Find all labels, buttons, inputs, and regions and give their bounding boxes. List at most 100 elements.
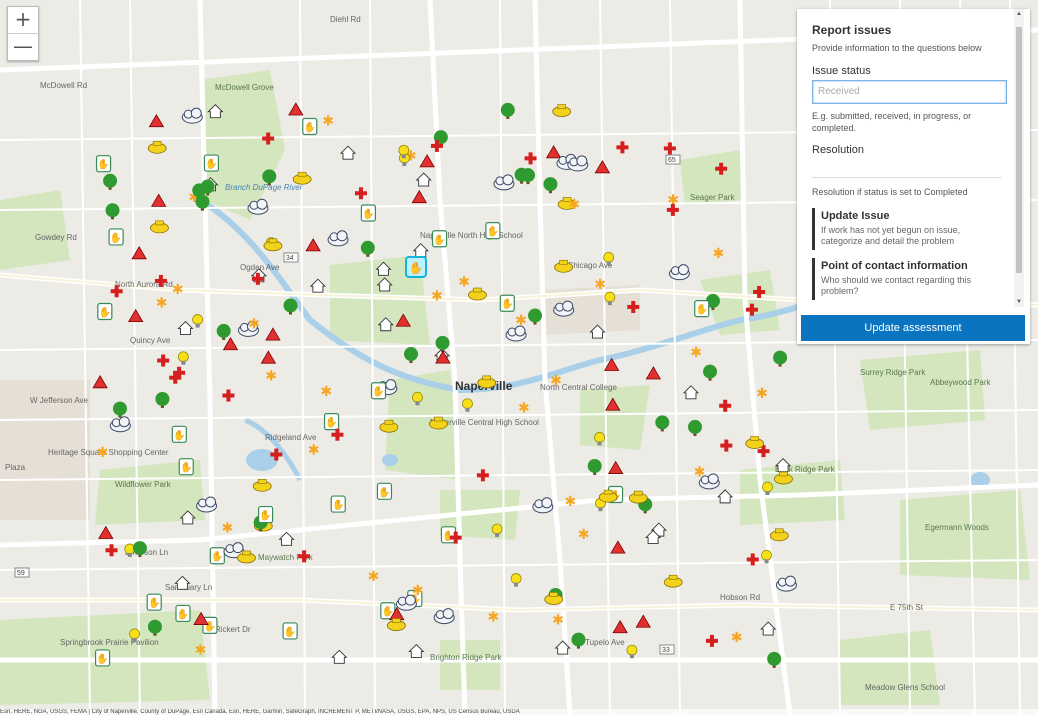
hand-marker-icon[interactable]: ✋ [94,649,111,667]
tri-marker-icon[interactable] [265,327,281,341]
hand-marker-icon[interactable]: ✋ [95,155,112,173]
selected-marker-icon[interactable]: ✋ [405,256,427,278]
house-marker-icon[interactable] [339,145,357,160]
hand-marker-icon[interactable]: ✋ [431,230,448,248]
car-marker-icon[interactable] [628,490,648,504]
star-marker-icon[interactable]: ✱ [594,276,606,292]
house-marker-icon[interactable] [774,458,792,473]
tri-marker-icon[interactable] [419,154,435,168]
cross-marker-icon[interactable] [476,469,489,482]
star-marker-icon[interactable]: ✱ [550,372,562,388]
house-marker-icon[interactable] [177,320,194,335]
star-marker-icon[interactable]: ✱ [756,385,768,401]
cross-marker-icon[interactable] [157,354,170,367]
cloud-marker-icon[interactable] [532,497,554,514]
tree-marker-icon[interactable] [103,173,118,190]
star-marker-icon[interactable]: ✱ [564,493,576,509]
star-marker-icon[interactable]: ✱ [195,642,207,658]
star-marker-icon[interactable]: ✱ [488,609,500,625]
update-assessment-button[interactable]: Update assessment [801,315,1025,341]
star-marker-icon[interactable]: ✱ [690,344,702,360]
tree-marker-icon[interactable] [571,632,586,649]
hand-marker-icon[interactable]: ✋ [499,294,515,312]
cross-marker-icon[interactable] [663,142,676,155]
tri-marker-icon[interactable] [411,189,427,204]
cloud-marker-icon[interactable] [327,230,349,247]
issue-status-input[interactable]: Received [812,80,1007,104]
tri-marker-icon[interactable] [222,336,239,351]
scroll-thumb[interactable] [1016,27,1022,273]
cross-marker-icon[interactable] [719,399,732,412]
car-marker-icon[interactable] [769,528,789,542]
tree-marker-icon[interactable] [543,177,558,194]
tri-marker-icon[interactable] [148,113,165,128]
star-marker-icon[interactable]: ✱ [97,444,109,460]
tree-marker-icon[interactable] [773,350,788,367]
point-of-contact-card[interactable]: Point of contact information Who should … [812,258,1001,300]
bulb-marker-icon[interactable] [510,573,522,587]
cloud-marker-icon[interactable] [433,608,455,625]
hand-marker-icon[interactable]: ✋ [203,154,220,172]
tri-marker-icon[interactable] [635,614,651,628]
tri-marker-icon[interactable] [98,525,114,539]
house-marker-icon[interactable] [717,489,734,504]
cloud-marker-icon[interactable] [493,174,515,191]
star-marker-icon[interactable]: ✱ [308,442,320,458]
star-marker-icon[interactable]: ✱ [578,526,590,542]
tri-marker-icon[interactable] [150,193,167,207]
house-marker-icon[interactable] [174,575,191,590]
hand-marker-icon[interactable]: ✋ [323,413,340,431]
star-marker-icon[interactable]: ✱ [515,312,527,328]
star-marker-icon[interactable]: ✱ [156,294,168,310]
resolution-input[interactable] [812,159,1002,178]
car-marker-icon[interactable] [386,618,406,631]
tree-marker-icon[interactable] [105,203,120,220]
car-marker-icon[interactable] [468,287,487,301]
tree-marker-icon[interactable] [655,415,670,432]
tree-marker-icon[interactable] [112,401,127,418]
hand-marker-icon[interactable]: ✋ [360,204,377,222]
tri-marker-icon[interactable] [594,160,611,174]
car-marker-icon[interactable] [663,574,683,588]
cross-marker-icon[interactable] [105,544,118,557]
car-marker-icon[interactable] [147,140,167,154]
tri-marker-icon[interactable] [607,460,624,474]
star-marker-icon[interactable]: ✱ [265,367,277,383]
tree-marker-icon[interactable] [435,335,450,352]
star-marker-icon[interactable]: ✱ [172,281,184,297]
hand-marker-icon[interactable]: ✋ [330,495,346,513]
tree-marker-icon[interactable] [500,102,515,119]
cross-marker-icon[interactable] [720,439,733,452]
star-marker-icon[interactable]: ✱ [320,383,332,399]
hand-marker-icon[interactable]: ✋ [370,382,387,400]
star-marker-icon[interactable]: ✱ [518,400,530,416]
hand-marker-icon[interactable]: ✋ [171,425,187,443]
tree-marker-icon[interactable] [687,419,702,436]
tree-marker-icon[interactable] [703,364,718,381]
cross-marker-icon[interactable] [705,634,718,647]
cross-marker-icon[interactable] [354,187,367,200]
bulb-marker-icon[interactable] [192,314,204,328]
star-marker-icon[interactable]: ✱ [222,520,234,536]
cloud-marker-icon[interactable] [775,575,797,592]
hand-marker-icon[interactable]: ✋ [440,526,457,544]
tree-marker-icon[interactable] [587,458,602,475]
cross-marker-icon[interactable] [616,141,629,154]
hand-marker-icon[interactable]: ✋ [175,604,191,623]
hand-marker-icon[interactable]: ✋ [97,302,113,321]
car-marker-icon[interactable] [150,220,169,234]
car-marker-icon[interactable] [745,436,765,449]
star-marker-icon[interactable]: ✱ [731,629,743,645]
hand-marker-icon[interactable]: ✋ [376,482,393,500]
cross-marker-icon[interactable] [331,428,344,441]
star-marker-icon[interactable]: ✱ [412,582,424,598]
hand-marker-icon[interactable]: ✋ [178,458,194,476]
star-marker-icon[interactable]: ✱ [552,612,564,628]
hand-marker-icon[interactable]: ✋ [485,222,501,240]
zoom-out-button[interactable]: — [8,34,38,60]
tree-marker-icon[interactable] [404,347,419,364]
hand-marker-icon[interactable]: ✋ [258,505,274,524]
cloud-marker-icon[interactable] [668,264,690,281]
star-marker-icon[interactable]: ✱ [368,568,380,584]
star-marker-icon[interactable]: ✱ [568,196,580,212]
